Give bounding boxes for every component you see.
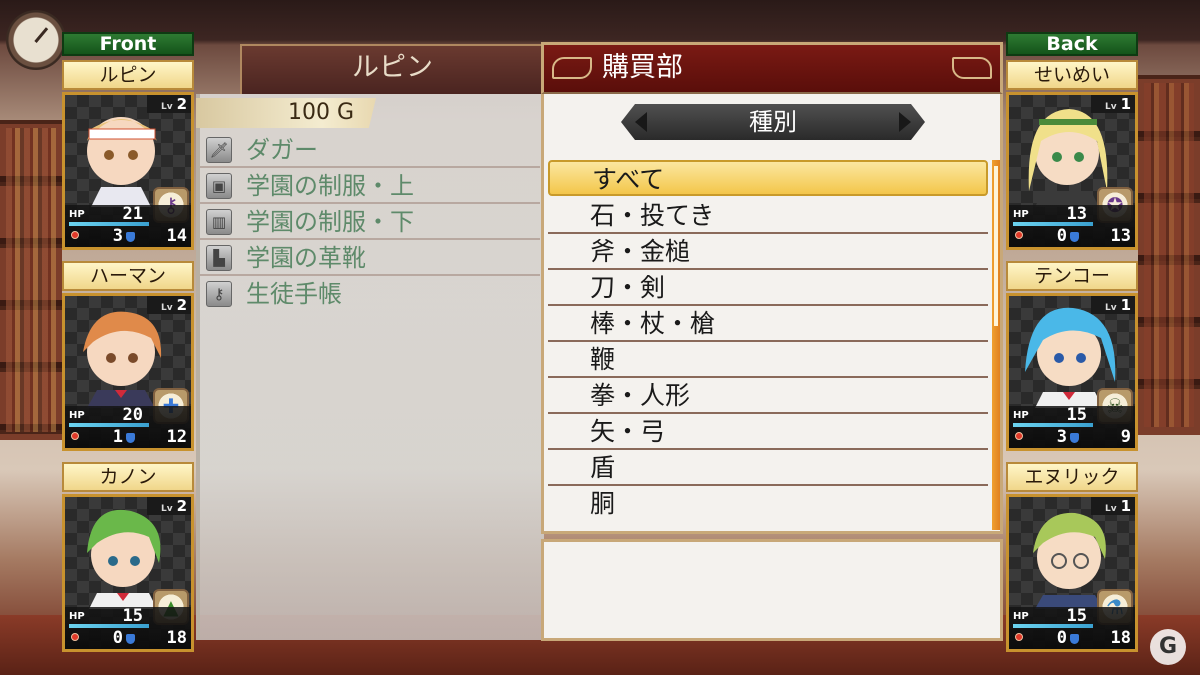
scrollbar-thumb[interactable] <box>994 166 998 326</box>
member-portrait-frame[interactable]: Lv2 ▲ HP 15 0 18 <box>62 494 194 652</box>
shield-icon <box>126 433 135 443</box>
back-party-column: Back せいめい Lv1 ✪ HP 13 0 13 <box>1006 32 1138 659</box>
level-badge: Lv 2 <box>147 497 191 515</box>
member-stats: HP 15 0 18 <box>1009 606 1135 649</box>
ornament-left-icon <box>552 57 592 79</box>
shield-icon <box>1070 634 1079 644</box>
armor-icon: ▣ <box>206 173 232 199</box>
blue-stat-value: 12 <box>166 427 187 447</box>
category-item[interactable]: 矢・弓 <box>548 414 988 450</box>
party-member-card[interactable]: せいめい Lv1 ✪ HP 13 0 13 <box>1006 60 1138 257</box>
category-item[interactable]: 斧・金槌 <box>548 234 988 270</box>
red-stat-value: 0 <box>1056 628 1067 648</box>
category-item[interactable]: 刀・剣 <box>548 270 988 306</box>
member-portrait-frame[interactable]: Lv1 ⚗ HP 15 0 18 <box>1006 494 1138 652</box>
red-stat-value: 3 <box>1056 427 1067 447</box>
red-stat-value: 0 <box>112 628 123 648</box>
dagger-icon: 🗡 <box>206 137 232 163</box>
member-stats: HP 15 0 18 <box>65 606 191 649</box>
member-name: せいめい <box>1006 60 1138 90</box>
category-item[interactable]: 棒・杖・槍 <box>548 306 988 342</box>
category-item[interactable]: 拳・人形 <box>548 378 988 414</box>
blue-stat-value: 14 <box>166 226 187 246</box>
member-name: テンコー <box>1006 261 1138 291</box>
shield-icon <box>126 232 135 242</box>
hp-value: 15 <box>122 606 143 626</box>
party-member-card[interactable]: ルピン Lv2 ⚷ HP 21 3 14 <box>62 60 194 257</box>
category-item[interactable]: 胴 <box>548 486 988 522</box>
level-badge: Lv 1 <box>1091 497 1135 515</box>
party-member-card[interactable]: テンコー Lv1 ☠ HP 15 3 9 <box>1006 261 1138 458</box>
boots-icon: ▙ <box>206 245 232 271</box>
front-row-label: Front <box>62 32 194 56</box>
inventory-item[interactable]: 🗡 ダガー <box>200 132 540 168</box>
bookshelf-left <box>0 120 62 440</box>
red-stat-value: 0 <box>1056 226 1067 246</box>
money-display: 100 G <box>196 98 376 128</box>
level-badge: Lv 2 <box>147 296 191 314</box>
red-stat-icon <box>1015 231 1023 239</box>
blue-stat-value: 18 <box>166 628 187 648</box>
item-description-panel <box>541 539 1003 641</box>
member-stats: HP 21 3 14 <box>65 204 191 247</box>
red-stat-icon <box>1015 432 1023 440</box>
blue-stat-value: 18 <box>1110 628 1131 648</box>
member-portrait-frame[interactable]: Lv2 ⚷ HP 21 3 14 <box>62 92 194 250</box>
pants-icon: ▥ <box>206 209 232 235</box>
hp-value: 21 <box>122 204 143 224</box>
key-icon: ⚷ <box>206 281 232 307</box>
member-stats: HP 15 3 9 <box>1009 405 1135 448</box>
member-stats: HP 20 1 12 <box>65 405 191 448</box>
shield-icon <box>126 634 135 644</box>
level-badge: Lv 1 <box>1091 296 1135 314</box>
wall-clock <box>6 10 66 70</box>
member-name: ルピン <box>62 60 194 90</box>
red-stat-icon <box>71 432 79 440</box>
shop-title-bar: 購買部 <box>541 42 1003 94</box>
level-badge: Lv 2 <box>147 95 191 113</box>
party-member-card[interactable]: エヌリック Lv1 ⚗ HP 15 0 18 <box>1006 462 1138 659</box>
shop-title: 購買部 <box>602 52 683 83</box>
ornament-right-icon <box>952 57 992 79</box>
level-badge: Lv 1 <box>1091 95 1135 113</box>
category-header[interactable]: 種別 <box>621 104 925 140</box>
inventory-item[interactable]: ▣ 学園の制服・上 <box>200 168 540 204</box>
member-stats: HP 13 0 13 <box>1009 204 1135 247</box>
red-stat-value: 1 <box>112 427 123 447</box>
member-name: カノン <box>62 462 194 492</box>
hp-value: 15 <box>1066 405 1087 425</box>
red-stat-icon <box>1015 633 1023 641</box>
party-member-card[interactable]: カノン Lv2 ▲ HP 15 0 18 <box>62 462 194 659</box>
hp-value: 15 <box>1066 606 1087 626</box>
member-name: エヌリック <box>1006 462 1138 492</box>
shield-icon <box>1070 232 1079 242</box>
inventory-item[interactable]: ⚷ 生徒手帳 <box>200 276 540 312</box>
member-portrait-frame[interactable]: Lv2 ✚ HP 20 1 12 <box>62 293 194 451</box>
blue-stat-value: 13 <box>1110 226 1131 246</box>
category-item[interactable]: すべて <box>548 160 988 196</box>
category-item[interactable]: 鞭 <box>548 342 988 378</box>
back-row-label: Back <box>1006 32 1138 56</box>
category-item[interactable]: 石・投てき <box>548 198 988 234</box>
hp-value: 20 <box>122 405 143 425</box>
red-stat-value: 3 <box>112 226 123 246</box>
bookshelf-right <box>1138 75 1200 435</box>
blue-stat-value: 9 <box>1120 427 1131 447</box>
member-portrait-frame[interactable]: Lv1 ☠ HP 15 3 9 <box>1006 293 1138 451</box>
front-party-column: Front ルピン Lv2 ⚷ HP 21 3 14 <box>62 32 194 659</box>
party-member-card[interactable]: ハーマン Lv2 ✚ HP 20 1 12 <box>62 261 194 458</box>
inventory-item[interactable]: ▥ 学園の制服・下 <box>200 204 540 240</box>
red-stat-icon <box>71 231 79 239</box>
member-portrait-frame[interactable]: Lv1 ✪ HP 13 0 13 <box>1006 92 1138 250</box>
inventory-item[interactable]: ▙ 学園の革靴 <box>200 240 540 276</box>
member-name: ハーマン <box>62 261 194 291</box>
category-item[interactable]: 盾 <box>548 450 988 486</box>
red-stat-icon <box>71 633 79 641</box>
shield-icon <box>1070 433 1079 443</box>
watermark-logo: G <box>1150 629 1186 665</box>
hp-value: 13 <box>1066 204 1087 224</box>
inventory-owner-tab[interactable]: ルピン <box>240 44 544 94</box>
